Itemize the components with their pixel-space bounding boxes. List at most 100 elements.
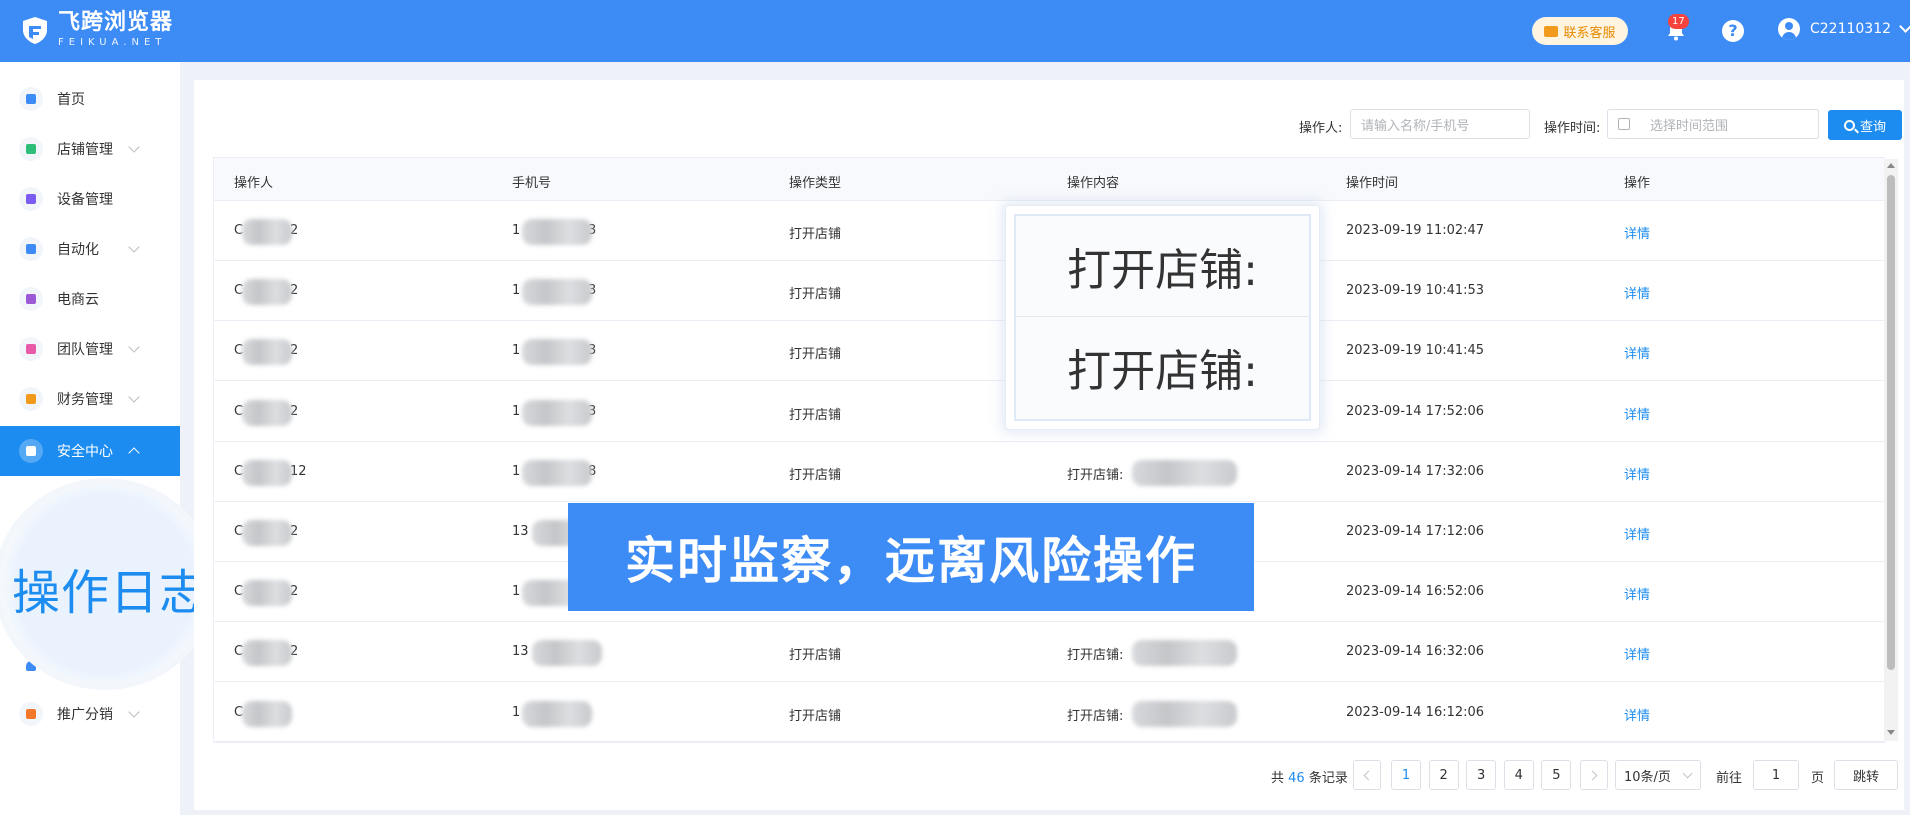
megaphone-icon xyxy=(19,702,43,726)
sidebar-item-6[interactable]: 团队管理 xyxy=(0,324,180,374)
callout-line-2: 打开店铺: xyxy=(1067,346,1258,397)
operation-time: 2023-09-19 11:02:47 xyxy=(1346,223,1485,238)
page-size-value: 10条/页 xyxy=(1624,769,1671,785)
logo[interactable]: 飞跨浏览器 FEIKUA.NET xyxy=(20,12,173,48)
detail-link[interactable]: 详情 xyxy=(1624,404,1650,423)
detail-link[interactable]: 详情 xyxy=(1624,283,1650,302)
home-icon-glyph xyxy=(26,94,36,104)
detail-link[interactable]: 详情 xyxy=(1624,223,1650,242)
redacted-operator xyxy=(242,700,292,727)
next-page-button[interactable] xyxy=(1580,760,1608,790)
time-range-placeholder: 选择时间范围 xyxy=(1650,118,1729,134)
detail-link[interactable]: 详情 xyxy=(1624,705,1650,724)
sidebar-item-operation-log[interactable]: 操作日志 xyxy=(12,553,208,623)
jump-button-label: 跳转 xyxy=(1852,769,1879,785)
goto-page-input[interactable]: 1 xyxy=(1753,760,1799,790)
sidebar-item-label: 安全中心 xyxy=(57,444,113,460)
sidebar-item-label: 店铺管理 xyxy=(57,142,113,158)
store-icon-glyph xyxy=(26,144,36,154)
sidebar-item-1[interactable]: 首页 xyxy=(0,74,180,124)
notification-badge: 17 xyxy=(1668,14,1689,29)
sidebar-item-label: 设备管理 xyxy=(57,192,113,208)
operation-type: 打开店铺 xyxy=(789,407,842,423)
callout-frame: 打开店铺: 打开店铺: xyxy=(1014,214,1311,421)
operation-time: 2023-09-14 17:52:06 xyxy=(1346,403,1485,419)
redacted-phone xyxy=(522,399,592,426)
wallet-icon-glyph xyxy=(26,394,36,404)
table-row: C 1 打开店铺 打开店铺: 2023-09-14 16:12:06 详情 xyxy=(214,683,1886,743)
operator-search-input[interactable]: 请输入名称/手机号 xyxy=(1350,109,1530,139)
store-icon xyxy=(19,137,43,161)
sidebar-item-label: 自动化 xyxy=(57,242,99,258)
sidebar-item-label: 财务管理 xyxy=(57,392,113,408)
contact-support-button[interactable]: 联系客服 xyxy=(1532,17,1628,45)
page-button-1[interactable]: 1 xyxy=(1391,760,1421,790)
help-icon[interactable]: ? xyxy=(1722,20,1744,42)
user-menu[interactable]: C22110312 xyxy=(1778,18,1910,40)
sidebar-item-2[interactable]: 店铺管理 xyxy=(0,124,180,174)
operation-time: 2023-09-14 16:32:06 xyxy=(1346,644,1485,660)
operation-time: 2023-09-14 17:32:06 xyxy=(1346,463,1485,479)
column-header: 操作内容 xyxy=(1067,176,1120,191)
page-size-select[interactable]: 10条/页 xyxy=(1615,760,1701,790)
sidebar-item-8[interactable]: 安全中心 xyxy=(0,426,180,476)
redacted-operator xyxy=(242,640,292,667)
cloud-icon xyxy=(19,287,43,311)
redacted-operator xyxy=(242,279,292,306)
phone-start: 1 xyxy=(512,463,521,479)
wallet-icon xyxy=(19,387,43,411)
chevron-down-icon xyxy=(128,706,140,718)
home-icon xyxy=(19,87,43,111)
scroll-up-arrow-icon[interactable] xyxy=(1887,163,1895,168)
redacted-operator xyxy=(242,339,292,366)
sidebar-item-3[interactable]: 设备管理 xyxy=(0,174,180,224)
page-button-2[interactable]: 2 xyxy=(1428,760,1459,790)
detail-link[interactable]: 详情 xyxy=(1624,464,1650,483)
search-button[interactable]: 查询 xyxy=(1828,110,1902,140)
logo-subtitle: FEIKUA.NET xyxy=(58,37,167,48)
detail-link[interactable]: 详情 xyxy=(1624,584,1650,603)
phone-start: 1 xyxy=(512,223,521,238)
redacted-operator xyxy=(242,399,292,426)
device-icon-glyph xyxy=(26,194,36,204)
sidebar-item-5[interactable]: 电商云 xyxy=(0,274,180,324)
avatar xyxy=(1778,18,1800,40)
phone-start: 13 xyxy=(512,644,529,660)
prev-page-button[interactable] xyxy=(1353,760,1381,790)
jump-button[interactable]: 跳转 xyxy=(1834,760,1898,790)
page-button-3[interactable]: 3 xyxy=(1466,760,1497,790)
sidebar-item-4[interactable]: 自动化 xyxy=(0,224,180,274)
operation-type: 打开店铺 xyxy=(789,227,842,242)
table-scrollbar-thumb[interactable] xyxy=(1887,175,1895,670)
phone-start: 1 xyxy=(512,343,521,359)
page-button-4[interactable]: 4 xyxy=(1503,760,1534,790)
time-range-input[interactable]: 选择时间范围 xyxy=(1607,109,1819,139)
username: C22110312 xyxy=(1810,21,1892,37)
redacted-phone xyxy=(522,219,592,245)
operation-content: 打开店铺: xyxy=(1067,648,1124,664)
callout-line-1: 打开店铺: xyxy=(1067,245,1258,296)
megaphone-icon-glyph xyxy=(26,709,36,719)
page-button-5[interactable]: 5 xyxy=(1541,760,1572,790)
redacted-phone xyxy=(522,459,592,486)
operation-time: 2023-09-19 10:41:53 xyxy=(1346,283,1485,299)
sidebar-item-7[interactable]: 财务管理 xyxy=(0,374,180,424)
detail-link[interactable]: 详情 xyxy=(1624,524,1650,543)
operator-search-placeholder: 请输入名称/手机号 xyxy=(1361,118,1470,134)
search-button-label: 查询 xyxy=(1859,119,1886,135)
sidebar-item-label: 电商云 xyxy=(57,292,99,308)
robot-icon-glyph xyxy=(26,244,36,254)
column-header: 操作时间 xyxy=(1346,176,1399,191)
promo-banner: 实时监察，远离风险操作 xyxy=(568,503,1254,611)
team-icon xyxy=(19,337,43,361)
chevron-up-icon xyxy=(128,447,140,459)
scroll-down-arrow-icon[interactable] xyxy=(1887,730,1895,735)
redacted-phone xyxy=(522,700,592,727)
detail-link[interactable]: 详情 xyxy=(1624,644,1650,663)
goto-prefix: 前往 xyxy=(1716,771,1743,786)
pagination-total-prefix: 共 xyxy=(1271,771,1285,786)
detail-link[interactable]: 详情 xyxy=(1624,343,1650,362)
chevron-down-icon xyxy=(1899,20,1910,33)
sidebar-item-9[interactable]: 推广分销 xyxy=(0,689,180,739)
pagination-total: 共 46 条记录 xyxy=(1271,767,1348,797)
